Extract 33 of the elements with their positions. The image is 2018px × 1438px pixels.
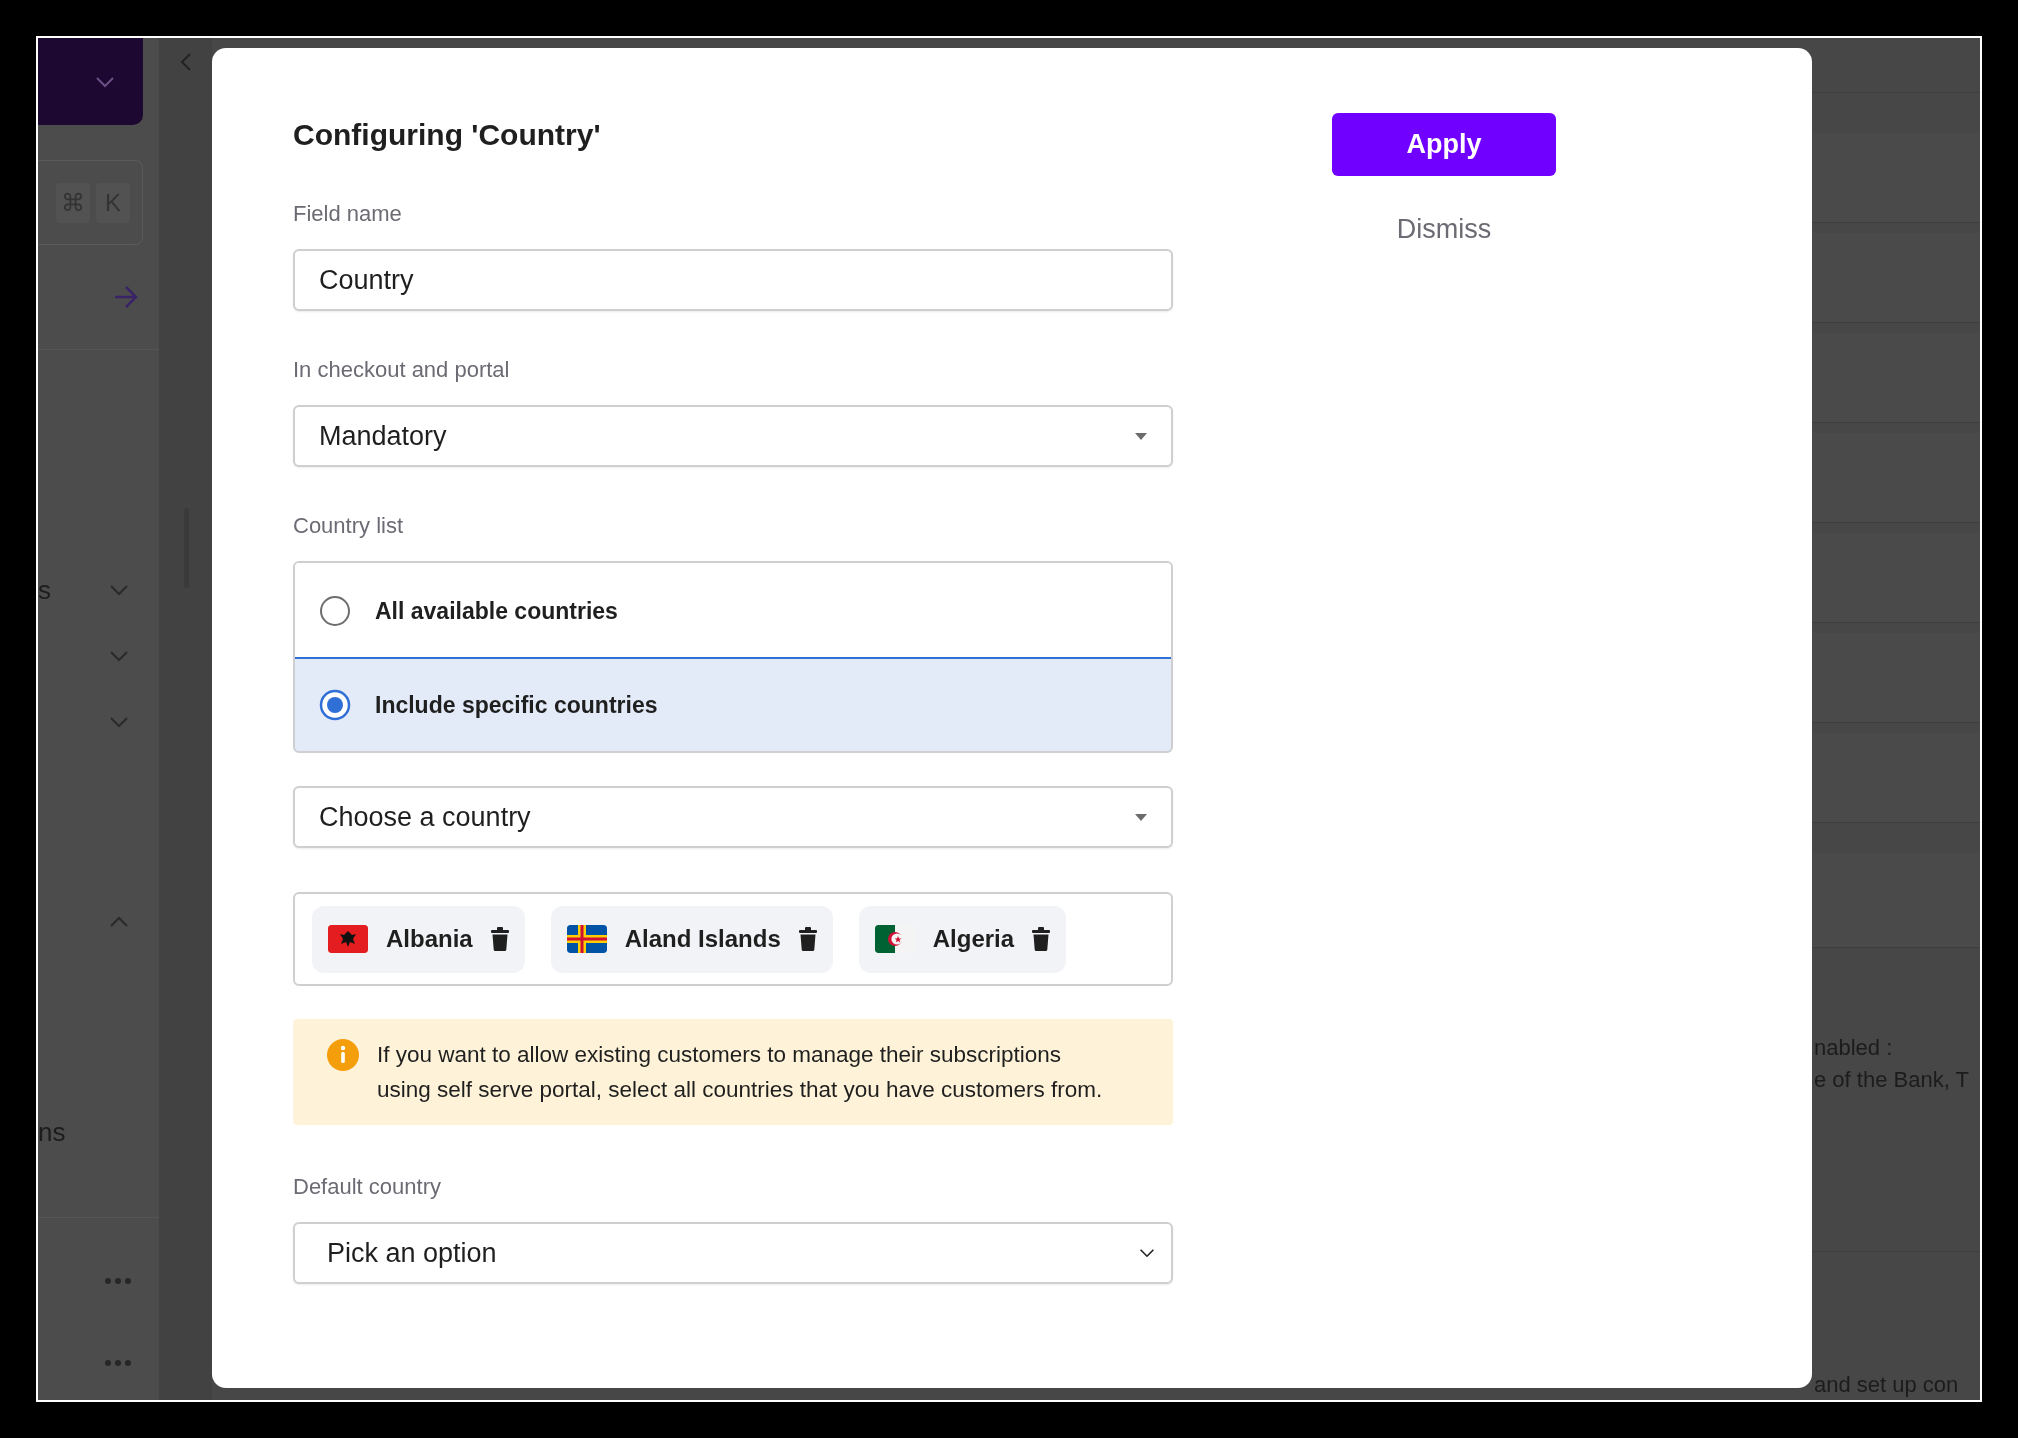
field-name-input[interactable]: Country: [293, 249, 1173, 311]
back-chevron-icon: [180, 52, 192, 72]
workspace-switcher[interactable]: [38, 38, 143, 125]
trash-icon[interactable]: [798, 927, 817, 951]
country-name: Algeria: [932, 924, 1015, 954]
keyboard-key: ⌘: [56, 182, 90, 223]
field-label: Field name: [293, 203, 403, 225]
checkout-portal-select[interactable]: Mandatory: [293, 405, 1173, 467]
dropdown-caret-icon: [1135, 813, 1147, 821]
field-label: In checkout and portal: [293, 359, 511, 381]
flag-icon: [328, 925, 368, 953]
chevron-down-icon: [1139, 1247, 1155, 1259]
radio-label: All available countries: [375, 596, 618, 626]
dropdown-caret-icon: [1135, 432, 1147, 440]
country-select[interactable]: Choose a country: [293, 786, 1173, 848]
radio-button[interactable]: [319, 689, 351, 721]
field-label: Country list: [293, 515, 405, 537]
trash-icon[interactable]: [490, 927, 509, 951]
dismiss-button[interactable]: Dismiss: [1396, 209, 1492, 250]
country-name: Aland Islands: [624, 924, 781, 954]
chevron-down-icon: [95, 75, 115, 88]
radio-button[interactable]: [319, 595, 351, 627]
trash-icon[interactable]: [1032, 927, 1051, 951]
apply-button[interactable]: Apply: [1332, 113, 1556, 176]
notice-text: If you want to allow existing customers to manage their subscriptions using self serve portal, select all countries that you have customers from.: [377, 1041, 1104, 1104]
country-name: Albania: [386, 924, 473, 954]
info-icon: [327, 1039, 359, 1071]
radio-option[interactable]: Include specific countries: [295, 657, 1171, 751]
default-country-select[interactable]: Pick an option: [293, 1222, 1173, 1284]
field-label: Default country: [293, 1176, 442, 1198]
modal-title: Configuring 'Country': [293, 120, 602, 153]
flag-icon: [566, 925, 607, 953]
radio-label: Include specific countries: [375, 690, 658, 720]
